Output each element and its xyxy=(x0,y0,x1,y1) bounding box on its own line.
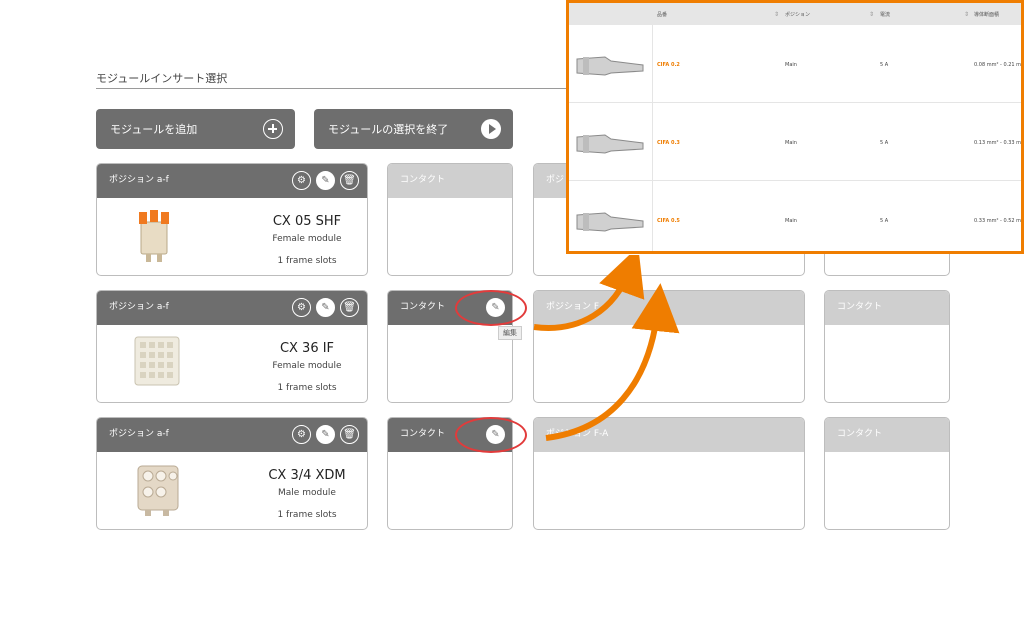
module-name: CX 05 SHF xyxy=(272,214,342,229)
part-number: CIFA 0.3 xyxy=(657,140,680,146)
add-module-button[interactable]: モジュールを追加 xyxy=(96,109,295,149)
position-value: Main xyxy=(785,140,797,146)
module-image-cx34xdm xyxy=(137,465,179,516)
part-number: CIFA 0.2 xyxy=(657,62,680,68)
module-type: Female module xyxy=(272,361,342,371)
contact-pin-image xyxy=(576,212,644,232)
contact-selection-popup: 品番 ⇕ ポジション ⇕ 電流 ⇕ 導体断面積 CIFA 0.2 Main 5 … xyxy=(566,0,1024,254)
settings-icon[interactable]: ⚙ xyxy=(292,171,311,190)
section-title: モジュールインサート選択 xyxy=(96,72,228,85)
module-slots: 1 frame slots xyxy=(277,510,337,520)
edit-highlight-circle xyxy=(455,290,527,326)
sort-icon[interactable]: ⇕ xyxy=(869,11,874,18)
contact-label: コンタクト xyxy=(400,175,446,185)
position-value: Main xyxy=(785,218,797,224)
contact-table: 品番 ⇕ ポジション ⇕ 電流 ⇕ 導体断面積 CIFA 0.2 Main 5 … xyxy=(569,3,1022,251)
part-number: CIFA 0.5 xyxy=(657,218,680,224)
module-position-label: ポジション a-f xyxy=(109,429,169,439)
edit-tooltip: 編集 xyxy=(498,326,522,340)
position-value: Main xyxy=(785,62,797,68)
pencil-icon[interactable]: ✎ xyxy=(316,298,335,317)
cross-section-value: 0.08 mm² - 0.21 m xyxy=(974,62,1022,68)
pencil-icon[interactable]: ✎ xyxy=(316,171,335,190)
contact-pin-image xyxy=(576,134,644,154)
plus-circle-icon xyxy=(263,119,283,139)
table-row[interactable]: CIFA 0.5 Main 5 A 0.33 mm² - 0.52 m xyxy=(569,181,1022,251)
sort-icon[interactable]: ⇕ xyxy=(774,11,779,18)
module-image-cx36if xyxy=(134,336,180,386)
contact-card-1[interactable]: コンタクト xyxy=(387,163,513,276)
cross-section-value: 0.13 mm² - 0.33 m xyxy=(974,140,1022,146)
col-position[interactable]: ポジション xyxy=(785,11,810,18)
trash-icon[interactable]: 🗑 xyxy=(340,425,359,444)
contact-label: コンタクト xyxy=(400,302,446,312)
add-module-label: モジュールを追加 xyxy=(110,123,198,136)
module-name: CX 36 IF xyxy=(279,341,335,356)
contact-card-6[interactable]: コンタクト xyxy=(824,417,950,530)
table-row[interactable]: CIFA 0.2 Main 5 A 0.08 mm² - 0.21 m xyxy=(569,25,1022,103)
module-type: Female module xyxy=(272,234,342,244)
arrow-curve xyxy=(533,255,645,331)
current-value: 5 A xyxy=(880,62,889,68)
contact-label: コンタクト xyxy=(837,429,883,439)
module-slots: 1 frame slots xyxy=(277,256,337,266)
play-circle-icon xyxy=(481,119,501,139)
table-header: 品番 ⇕ ポジション ⇕ 電流 ⇕ 導体断面積 xyxy=(569,3,1021,25)
section-divider xyxy=(96,88,576,89)
col-part-no[interactable]: 品番 xyxy=(657,11,667,18)
arrow-overlay xyxy=(533,255,680,441)
col-cross-section[interactable]: 導体断面積 xyxy=(974,11,999,18)
position-label: ポジ xyxy=(546,175,565,185)
current-value: 5 A xyxy=(880,218,889,224)
module-type: Male module xyxy=(278,488,336,498)
contact-label: コンタクト xyxy=(837,302,883,312)
contact-label: コンタクト xyxy=(400,429,446,439)
settings-icon[interactable]: ⚙ xyxy=(292,298,311,317)
module-image-cx05shf xyxy=(139,210,169,262)
module-slots: 1 frame slots xyxy=(277,383,337,393)
module-card-header: ポジション a-f ⚙ ✎ 🗑 xyxy=(97,164,367,198)
finish-selection-label: モジュールの選択を終了 xyxy=(328,123,449,136)
table-row[interactable]: CIFA 0.3 Main 5 A 0.13 mm² - 0.33 m xyxy=(569,103,1022,181)
module-card-3: ポジション a-f ⚙ ✎ 🗑 CX 3/4 XDM Male module 1… xyxy=(96,417,368,530)
cross-section-value: 0.33 mm² - 0.52 m xyxy=(974,218,1022,224)
module-card-2: ポジション a-f ⚙ ✎ 🗑 CX 36 IF Female module 1… xyxy=(96,290,368,403)
col-current[interactable]: 電流 xyxy=(880,11,890,18)
module-position-label: ポジション a-f xyxy=(109,302,169,312)
edit-highlight-circle xyxy=(455,417,527,453)
contact-pin-image xyxy=(576,56,644,76)
current-value: 5 A xyxy=(880,140,889,146)
pencil-icon[interactable]: ✎ xyxy=(316,425,335,444)
settings-icon[interactable]: ⚙ xyxy=(292,425,311,444)
module-card-header: ポジション a-f ⚙ ✎ 🗑 xyxy=(97,291,367,325)
column-divider xyxy=(652,25,653,251)
module-card-header: ポジション a-f ⚙ ✎ 🗑 xyxy=(97,418,367,452)
trash-icon[interactable]: 🗑 xyxy=(340,298,359,317)
sort-icon[interactable]: ⇕ xyxy=(964,11,969,18)
module-name: CX 3/4 XDM xyxy=(268,468,346,483)
module-card-1: ポジション a-f ⚙ ✎ 🗑 CX 05 SHF Female module … xyxy=(96,163,368,276)
contact-card-4[interactable]: コンタクト xyxy=(824,290,950,403)
finish-selection-button[interactable]: モジュールの選択を終了 xyxy=(314,109,513,149)
trash-icon[interactable]: 🗑 xyxy=(340,171,359,190)
module-position-label: ポジション a-f xyxy=(109,175,169,185)
